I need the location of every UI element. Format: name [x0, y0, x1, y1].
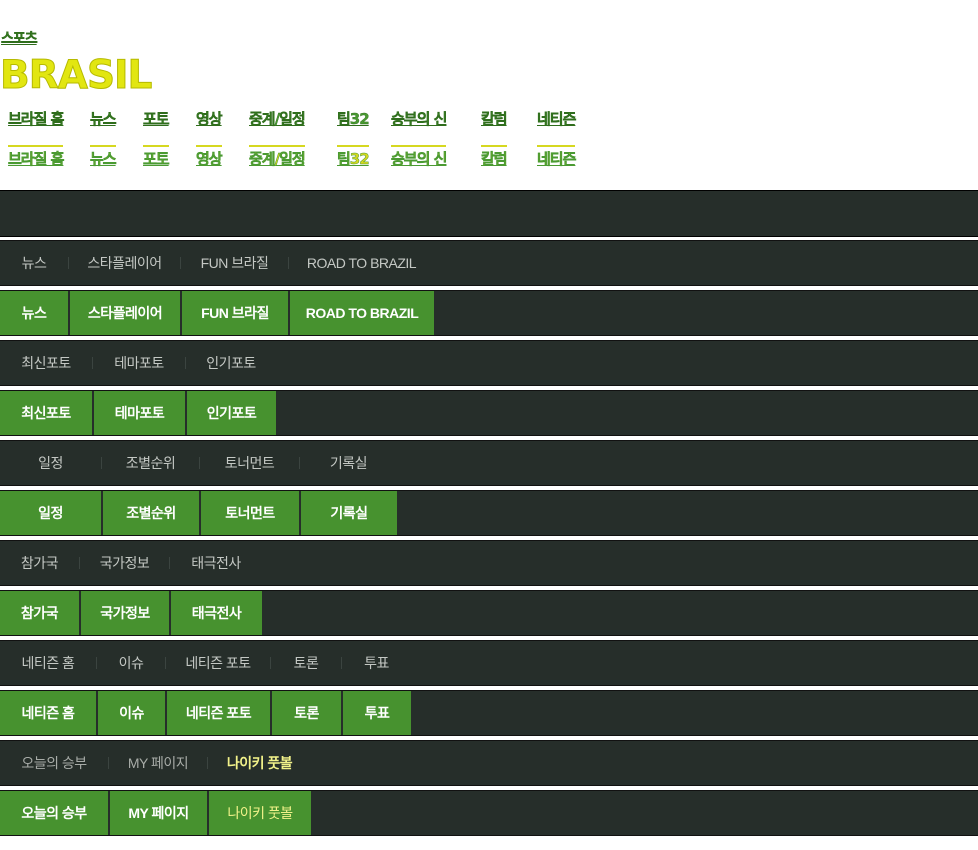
subnav-road-item-active[interactable]: ROAD TO BRAZIL — [290, 291, 434, 335]
subnav-popular-photo-item[interactable]: 인기포토 — [186, 341, 276, 385]
subnav-photo: 최신포토 테마포토 인기포토 — [0, 340, 978, 386]
subnav-today-match-item[interactable]: 오늘의 승부 — [0, 741, 108, 785]
subnav-korea-team-item[interactable]: 태극전사 — [170, 541, 262, 585]
subnav-netizen-photo-item[interactable]: 네티즌 포토 — [166, 641, 270, 685]
top-nav-live[interactable]: 중계/일정 — [249, 108, 306, 129]
subnav-participants-item-active[interactable]: 참가국 — [0, 591, 79, 635]
subnav-photo-active: 최신포토 테마포토 인기포토 — [0, 390, 978, 436]
top-nav-video[interactable]: 영상 — [196, 108, 223, 129]
subnav-participants-item[interactable]: 참가국 — [0, 541, 79, 585]
subnav-issue-item[interactable]: 이슈 — [97, 641, 165, 685]
subnav-netizen-active: 네티즌 홈 이슈 네티즌 포토 토론 투표 — [0, 690, 978, 736]
subnav-fun-brazil-item[interactable]: FUN 브라질 — [181, 241, 288, 285]
subnav-theme-photo-item-active[interactable]: 테마포토 — [94, 391, 185, 435]
subnav-nike-football-item[interactable]: 나이키 풋볼 — [208, 741, 311, 785]
subnav-news-item[interactable]: 뉴스 — [0, 241, 68, 285]
subnav-news: 뉴스 스타플레이어 FUN 브라질 ROAD TO BRAZIL — [0, 240, 978, 286]
subnav-today-match-item-active[interactable]: 오늘의 승부 — [0, 791, 108, 835]
subnav-nike-football-item-active[interactable]: 나이키 풋볼 — [209, 791, 311, 835]
subnav-starplayer-item-active[interactable]: 스타플레이어 — [70, 291, 180, 335]
subnav-tournament-item-active[interactable]: 토너먼트 — [201, 491, 299, 535]
top-nav-netizen-active[interactable]: 네티즌 — [537, 145, 577, 169]
subnav-my-page-item[interactable]: MY 페이지 — [109, 741, 207, 785]
top-nav-column[interactable]: 칼럼 — [481, 108, 508, 129]
subnav-issue-item-active[interactable]: 이슈 — [98, 691, 165, 735]
top-nav-live-active[interactable]: 중계/일정 — [249, 145, 306, 169]
top-nav-home-active[interactable]: 브라질 홈 — [8, 145, 65, 169]
top-nav-photo[interactable]: 포토 — [143, 108, 170, 129]
subnav-fun-brazil-item-active[interactable]: FUN 브라질 — [182, 291, 288, 335]
subnav-records-item[interactable]: 기록실 — [300, 441, 397, 485]
top-nav-home[interactable]: 브라질 홈 — [8, 108, 65, 129]
top-nav-column-active[interactable]: 칼럼 — [481, 145, 508, 169]
subnav-empty-band — [0, 190, 978, 237]
top-nav-netizen[interactable]: 네티즌 — [537, 108, 577, 129]
subnav-korea-team-item-active[interactable]: 태극전사 — [171, 591, 262, 635]
sports-link[interactable]: 스포츠 — [1, 28, 38, 48]
top-nav-team32[interactable]: 팀32 — [337, 108, 370, 129]
subnav-popular-photo-item-active[interactable]: 인기포토 — [187, 391, 276, 435]
top-nav-god-active[interactable]: 승부의 신 — [391, 145, 448, 169]
subnav-road-item[interactable]: ROAD TO BRAZIL — [289, 241, 434, 285]
subnav-news-active: 뉴스 스타플레이어 FUN 브라질 ROAD TO BRAZIL — [0, 290, 978, 336]
subnav-starplayer-item[interactable]: 스타플레이어 — [69, 241, 180, 285]
top-nav-news-active[interactable]: 뉴스 — [90, 145, 117, 169]
subnav-latest-photo-item-active[interactable]: 최신포토 — [0, 391, 92, 435]
subnav-countries: 참가국 국가정보 태극전사 — [0, 540, 978, 586]
subnav-countries-active: 참가국 국가정보 태극전사 — [0, 590, 978, 636]
subnav-prediction-active: 오늘의 승부 MY 페이지 나이키 풋볼 — [0, 790, 978, 836]
subnav-netizen-photo-item-active[interactable]: 네티즌 포토 — [167, 691, 270, 735]
subnav-vote-item[interactable]: 투표 — [342, 641, 411, 685]
subnav-prediction: 오늘의 승부 MY 페이지 나이키 풋볼 — [0, 740, 978, 786]
subnav-schedule: 일정 조별순위 토너먼트 기록실 — [0, 440, 978, 486]
subnav-debate-item-active[interactable]: 토론 — [272, 691, 341, 735]
subnav-netizen-home-item[interactable]: 네티즌 홈 — [0, 641, 96, 685]
subnav-group-rank-item[interactable]: 조별순위 — [102, 441, 199, 485]
subnav-schedule-item-active[interactable]: 일정 — [0, 491, 101, 535]
subnav-debate-item[interactable]: 토론 — [271, 641, 341, 685]
brasil-logo[interactable]: BRASIL — [0, 52, 153, 100]
subnav-schedule-active: 일정 조별순위 토너먼트 기록실 — [0, 490, 978, 536]
subnav-news-item-active[interactable]: 뉴스 — [0, 291, 68, 335]
top-nav-news[interactable]: 뉴스 — [90, 108, 117, 129]
subnav-schedule-item[interactable]: 일정 — [0, 441, 101, 485]
top-nav-team32-active[interactable]: 팀32 — [337, 145, 370, 169]
subnav-tournament-item[interactable]: 토너먼트 — [200, 441, 299, 485]
subnav-netizen: 네티즌 홈 이슈 네티즌 포토 토론 투표 — [0, 640, 978, 686]
subnav-country-info-item-active[interactable]: 국가정보 — [81, 591, 169, 635]
subnav-vote-item-active[interactable]: 투표 — [343, 691, 411, 735]
top-nav-video-active[interactable]: 영상 — [196, 145, 223, 169]
subnav-theme-photo-item[interactable]: 테마포토 — [93, 341, 185, 385]
subnav-netizen-home-item-active[interactable]: 네티즌 홈 — [0, 691, 96, 735]
subnav-group-rank-item-active[interactable]: 조별순위 — [103, 491, 199, 535]
subnav-records-item-active[interactable]: 기록실 — [301, 491, 397, 535]
top-nav-god[interactable]: 승부의 신 — [391, 108, 448, 129]
subnav-my-page-item-active[interactable]: MY 페이지 — [110, 791, 207, 835]
subnav-latest-photo-item[interactable]: 최신포토 — [0, 341, 92, 385]
subnav-country-info-item[interactable]: 국가정보 — [80, 541, 169, 585]
top-nav-photo-active[interactable]: 포토 — [143, 145, 170, 169]
